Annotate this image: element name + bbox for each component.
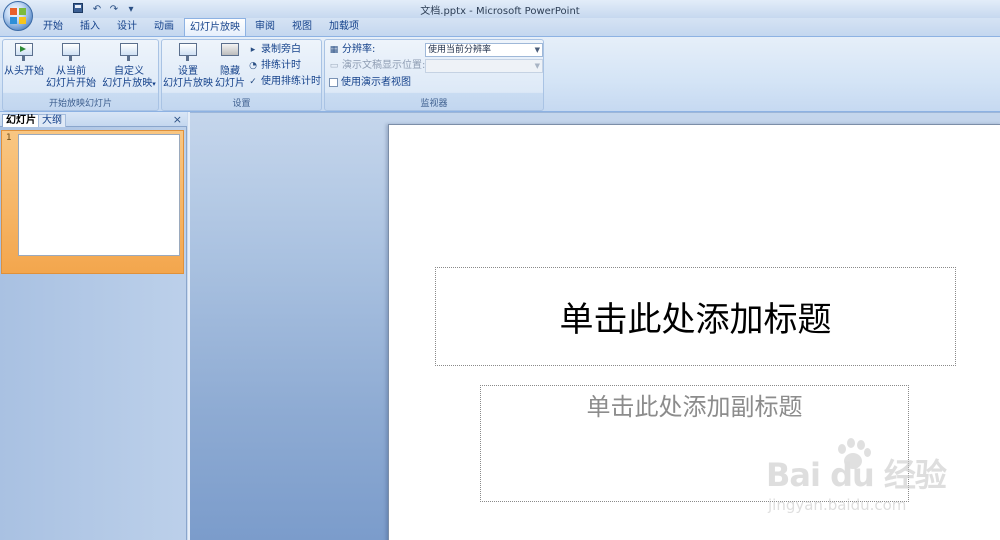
tab-slide-show[interactable]: 幻灯片放映 <box>184 18 246 37</box>
presenter-view-checkbox[interactable]: 使用演示者视图 <box>329 76 411 89</box>
tab-view[interactable]: 视图 <box>284 18 320 36</box>
custom-label-1: 自定义 <box>114 66 144 77</box>
show-on-label: 演示文稿显示位置: <box>342 60 426 71</box>
tab-add-ins[interactable]: 加载项 <box>322 18 366 36</box>
title-placeholder[interactable]: 单击此处添加标题 <box>435 267 956 366</box>
resolution-icon: ▦ <box>329 44 339 55</box>
from-current-slide-button[interactable]: 从当前 幻灯片开始 <box>45 42 97 90</box>
setup-label-2: 幻灯片放映 <box>163 78 213 89</box>
window-title: 文档.pptx - Microsoft PowerPoint <box>420 6 580 17</box>
show-on-label-row: ▭ 演示文稿显示位置: <box>329 59 426 72</box>
record-narration-label: 录制旁白 <box>261 44 301 55</box>
pane-tabs: 幻灯片 大纲 × <box>0 112 187 127</box>
resolution-value: 使用当前分辨率 <box>428 45 492 55</box>
tab-design[interactable]: 设计 <box>110 18 144 36</box>
watermark-brand: Bai du 经验 <box>766 456 947 494</box>
from-beginning-label: 从头开始 <box>4 66 44 77</box>
tab-outline[interactable]: 大纲 <box>38 114 66 127</box>
hide-label-2: 幻灯片 <box>215 78 245 89</box>
close-icon[interactable]: × <box>173 113 182 126</box>
canvas-divider <box>190 112 1000 113</box>
group-monitors: ▦ 分辨率: 使用当前分辨率 ▼ ▭ 演示文稿显示位置: ▼ 使用演示者视图 监… <box>324 39 544 111</box>
chevron-down-icon: ▾ <box>152 80 156 88</box>
hide-label-1: 隐藏 <box>220 66 240 77</box>
presenter-view-label: 使用演示者视图 <box>341 77 411 88</box>
ribbon: 从头开始 从当前 幻灯片开始 自定义 幻灯片放映▾ 开始放映幻灯片 设置 幻灯片… <box>0 36 1000 112</box>
rehearse-timings-button[interactable]: ◔ 排练计时 <box>248 59 301 72</box>
rehearse-timings-label: 排练计时 <box>261 60 301 71</box>
setup-slideshow-icon <box>177 42 199 62</box>
hide-slide-icon <box>219 42 241 62</box>
office-logo-icon <box>10 8 26 24</box>
timer-icon: ◔ <box>249 60 257 71</box>
slideshow-from-beginning-icon <box>13 42 35 62</box>
setup-label-1: 设置 <box>178 66 198 77</box>
hide-slide-button[interactable]: 隐藏 幻灯片 <box>213 42 247 90</box>
custom-label-2: 幻灯片放映 <box>102 78 153 89</box>
ribbon-tabs: 开始 插入 设计 动画 幻灯片放映 审阅 视图 加载项 <box>0 18 1000 37</box>
tab-review[interactable]: 审阅 <box>248 18 282 36</box>
from-current-label-2: 幻灯片开始 <box>46 78 96 89</box>
resolution-label-row: ▦ 分辨率: <box>329 43 376 56</box>
slide-thumbnail-selected[interactable]: 1 <box>1 130 184 274</box>
use-timings-checkbox[interactable]: ✓ 使用排练计时 <box>248 75 321 88</box>
tab-home[interactable]: 开始 <box>36 18 70 36</box>
group-label-setup: 设置 <box>232 99 251 109</box>
group-label-start: 开始放映幻灯片 <box>48 99 112 109</box>
group-label-monitors: 监视器 <box>420 99 448 109</box>
checkmark-icon: ✓ <box>249 76 257 87</box>
from-beginning-button[interactable]: 从头开始 <box>4 42 44 78</box>
record-narration-button[interactable]: ▸ 录制旁白 <box>248 43 301 56</box>
resolution-label: 分辨率: <box>342 44 376 55</box>
show-on-dropdown[interactable]: ▼ <box>425 59 543 73</box>
tab-slides[interactable]: 幻灯片 <box>2 114 40 127</box>
tab-animations[interactable]: 动画 <box>146 18 182 36</box>
slide-thumbnail[interactable] <box>18 134 180 256</box>
from-current-label-1: 从当前 <box>56 66 86 77</box>
baidu-jingyan-watermark: Bai du 经验 jingyan.baidu.com <box>766 436 976 526</box>
checkbox-icon <box>329 78 338 87</box>
use-timings-label: 使用排练计时 <box>261 76 321 87</box>
monitor-icon: ▭ <box>329 60 339 71</box>
resolution-dropdown[interactable]: 使用当前分辨率 ▼ <box>425 43 543 57</box>
set-up-slide-show-button[interactable]: 设置 幻灯片放映 <box>163 42 213 90</box>
custom-slideshow-icon <box>118 42 140 62</box>
slide-number: 1 <box>6 133 12 143</box>
custom-slide-show-button[interactable]: 自定义 幻灯片放映▾ <box>100 42 158 90</box>
tab-insert[interactable]: 插入 <box>72 18 108 36</box>
office-button[interactable] <box>3 1 33 31</box>
group-setup: 设置 幻灯片放映 隐藏 幻灯片 ▸ 录制旁白 ◔ 排练计时 ✓ 使用排练计时 设… <box>161 39 322 111</box>
chevron-down-icon: ▼ <box>534 62 540 70</box>
microphone-icon: ▸ <box>250 44 256 55</box>
watermark-url: jingyan.baidu.com <box>768 496 907 514</box>
title-bar: ↶ ↷ ▾ 文档.pptx - Microsoft PowerPoint <box>0 0 1000 18</box>
chevron-down-icon: ▼ <box>534 46 540 54</box>
slides-pane: 幻灯片 大纲 × 1 <box>0 112 187 540</box>
group-start-slide-show: 从头开始 从当前 幻灯片开始 自定义 幻灯片放映▾ 开始放映幻灯片 <box>2 39 159 111</box>
slideshow-from-current-icon <box>60 42 82 62</box>
